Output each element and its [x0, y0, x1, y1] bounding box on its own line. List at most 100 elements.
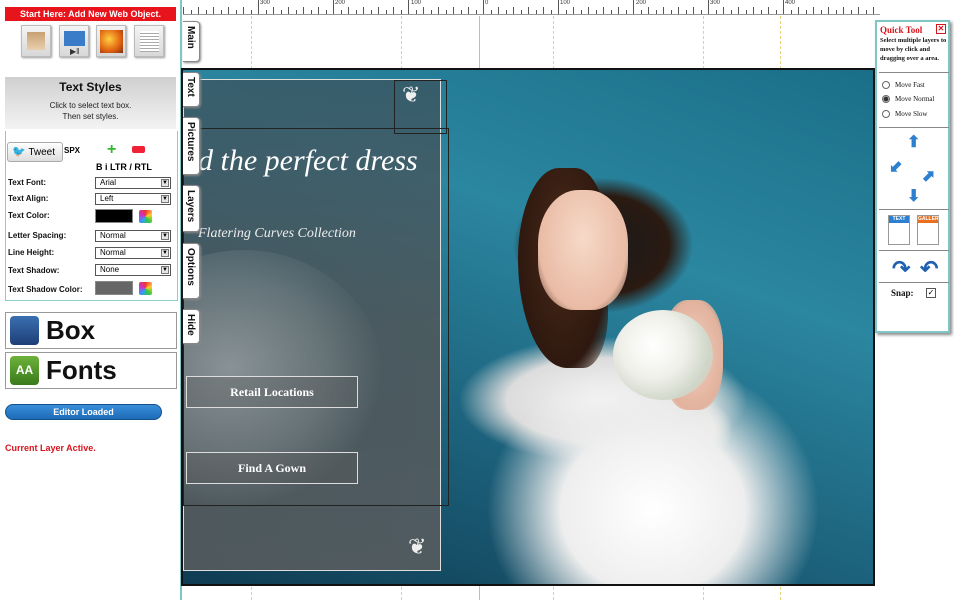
arrow-up-icon[interactable]: ⬆	[907, 132, 920, 152]
ruler-tick	[198, 7, 199, 14]
text-styles-title: Text Styles	[59, 80, 122, 94]
ruler-number: 200	[335, 0, 346, 6]
text-styles-hint-1: Click to select text box.	[49, 101, 132, 110]
tab-hide[interactable]: Hide	[183, 309, 200, 344]
text-align-label: Text Align:	[8, 194, 49, 203]
arrow-down-icon[interactable]: ⬇	[907, 186, 920, 206]
ruler-tick	[663, 7, 664, 14]
twitter-bird-icon: 🐦	[12, 146, 26, 158]
text-color-label: Text Color:	[8, 211, 50, 220]
tab-text[interactable]: Text	[183, 72, 200, 107]
line-height-value: Normal	[100, 248, 126, 257]
ruler-tick	[386, 10, 387, 14]
letter-spacing-select[interactable]: Normal ▼	[95, 230, 171, 242]
text-object-icon[interactable]	[21, 25, 51, 57]
tab-layers[interactable]: Layers	[183, 185, 200, 232]
ruler-tick	[416, 10, 417, 14]
text-font-select[interactable]: Arial ▼	[95, 177, 171, 189]
headline-text[interactable]: d the perfect dress	[198, 144, 418, 178]
radio-indicator	[882, 81, 890, 90]
divider	[879, 282, 949, 283]
ruler-tick	[746, 10, 747, 14]
radio-move-normal[interactable]: Move Normal	[882, 95, 935, 104]
color-palette-icon[interactable]	[139, 210, 152, 223]
ornament-icon: ❦	[402, 82, 421, 107]
ruler-tick	[498, 7, 499, 14]
radio-move-normal-label: Move Normal	[895, 95, 935, 103]
photo-face	[538, 190, 628, 310]
close-icon[interactable]: ✕	[936, 24, 946, 34]
horizontal-ruler: 300 200 100 0 100 200 300 400	[183, 0, 880, 15]
text-styles-panel: Text Styles Click to select text box. Th…	[5, 77, 176, 129]
snap-checkbox[interactable]: ✓	[926, 288, 936, 298]
ruler-tick	[258, 0, 259, 14]
ruler-tick	[371, 10, 372, 14]
ruler-tick	[206, 10, 207, 14]
ruler-tick	[266, 10, 267, 14]
tab-pictures[interactable]: Pictures	[183, 117, 200, 175]
undo-icon[interactable]: ↶	[920, 256, 938, 282]
layer-active-status: Current Layer Active.	[5, 443, 96, 453]
ruler-tick	[641, 10, 642, 14]
minus-icon[interactable]	[132, 146, 145, 153]
arrow-left-icon[interactable]: ⬅	[884, 155, 908, 179]
text-shadow-value: None	[100, 265, 120, 274]
ruler-tick	[626, 10, 627, 14]
box-button[interactable]: Box	[5, 312, 177, 349]
text-shadow-color-swatch[interactable]	[95, 281, 133, 295]
ruler-tick	[761, 10, 762, 14]
ruler-tick	[686, 10, 687, 14]
text-tile-caption: TEXT	[889, 216, 909, 223]
text-shadow-select[interactable]: None ▼	[95, 264, 171, 276]
fonts-button[interactable]: AA Fonts	[5, 352, 177, 389]
tab-pictures-label: Pictures	[185, 122, 196, 162]
ruler-tick	[491, 10, 492, 14]
ruler-tick	[633, 0, 634, 14]
find-a-gown-button[interactable]: Find A Gown	[186, 452, 358, 484]
font-size-suffix: SPX	[64, 146, 81, 155]
ruler-tick	[378, 7, 379, 14]
radio-move-slow-label: Move Slow	[895, 110, 928, 118]
format-buttons[interactable]: B i LTR / RTL	[96, 162, 152, 172]
ruler-tick	[513, 7, 514, 14]
ruler-number: 0	[485, 0, 489, 6]
ruler-tick	[356, 10, 357, 14]
ruler-tick	[251, 10, 252, 14]
radio-move-slow[interactable]: Move Slow	[882, 110, 928, 119]
layer-selection-box[interactable]	[183, 128, 449, 506]
ruler-tick	[191, 10, 192, 14]
chevron-down-icon: ▼	[161, 195, 169, 203]
ruler-tick	[648, 7, 649, 14]
text-align-select[interactable]: Left ▼	[95, 193, 171, 205]
text-font-value: Arial	[100, 178, 117, 187]
form-object-icon[interactable]	[134, 25, 164, 57]
snap-label: Snap:	[891, 288, 914, 298]
redo-icon[interactable]: ↷	[892, 256, 910, 282]
text-color-swatch[interactable]	[95, 209, 133, 223]
text-styles-hint-2: Then set styles.	[62, 112, 119, 121]
ruler-tick	[858, 7, 859, 14]
ruler-tick	[716, 10, 717, 14]
text-tile-icon[interactable]: TEXT	[888, 215, 910, 245]
color-palette-icon[interactable]	[139, 282, 152, 295]
radio-move-fast[interactable]: Move Fast	[882, 81, 925, 90]
box-button-label: Box	[46, 315, 96, 345]
tab-options[interactable]: Options	[183, 243, 200, 299]
image-object-icon[interactable]	[96, 25, 126, 57]
tab-main[interactable]: Main	[183, 21, 200, 62]
ruler-tick	[693, 7, 694, 14]
line-height-select[interactable]: Normal ▼	[95, 247, 171, 259]
arrow-right-icon[interactable]: ➡	[917, 164, 941, 188]
tweet-button[interactable]: 🐦 Tweet	[7, 142, 63, 162]
retail-locations-button[interactable]: Retail Locations	[186, 376, 358, 408]
video-object-icon[interactable]: ▶‖	[59, 25, 89, 57]
collection-subtitle[interactable]: Flatering Curves Collection	[198, 226, 356, 242]
plus-icon[interactable]: +	[107, 141, 116, 159]
ruler-tick	[566, 10, 567, 14]
text-align-value: Left	[100, 194, 114, 203]
ruler-tick	[873, 7, 874, 14]
ruler-tick	[348, 7, 349, 14]
gallery-tile-icon[interactable]: GALLERY	[917, 215, 942, 245]
radio-indicator	[882, 110, 890, 119]
ruler-tick	[596, 10, 597, 14]
